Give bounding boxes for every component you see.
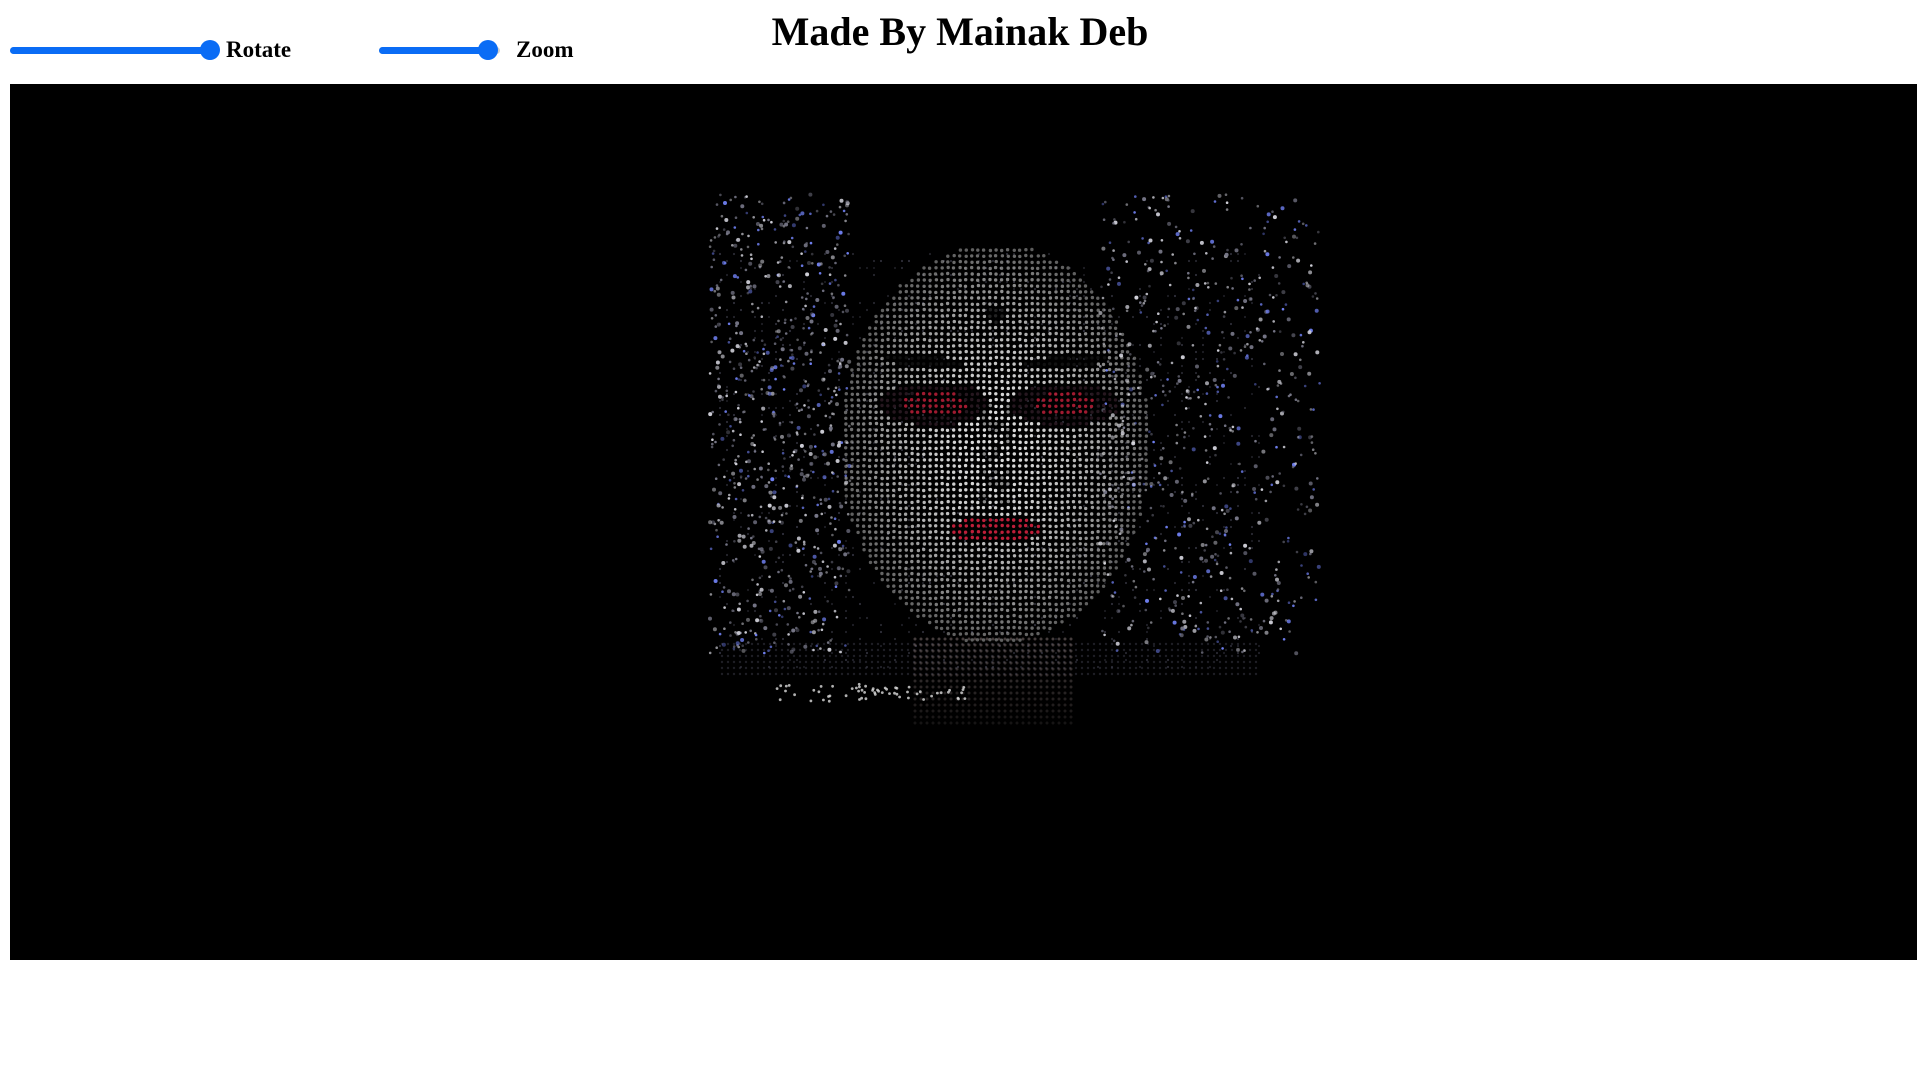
3d-viewer-canvas[interactable]	[10, 84, 1917, 960]
page-title: Made By Mainak Deb	[771, 9, 1149, 54]
point-cloud-portrait	[708, 192, 1321, 725]
